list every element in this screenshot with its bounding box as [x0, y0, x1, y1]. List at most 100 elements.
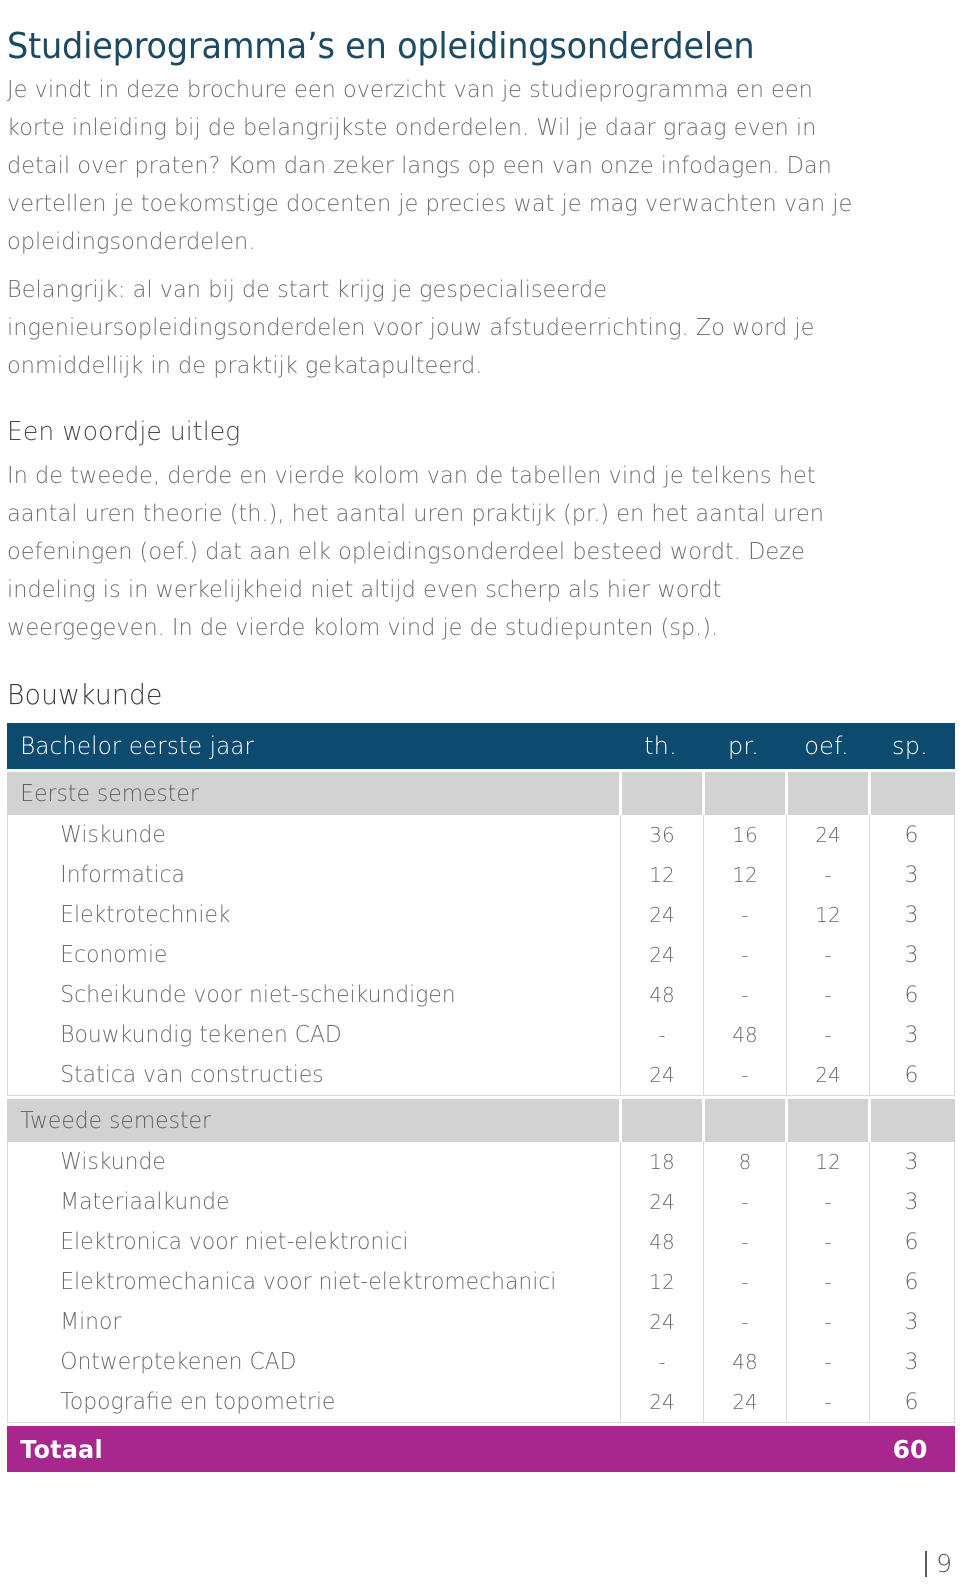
uitleg-paragraph: In de tweede, derde en vierde kolom van … [7, 460, 825, 641]
course-pr: - [703, 895, 786, 935]
course-th: 24 [620, 935, 703, 975]
course-th: 24 [620, 1382, 703, 1422]
semester-band-label: Eerste semester [20, 780, 199, 807]
table-row: Materiaalkunde 24- -3 [7, 1182, 955, 1222]
table-header-th: th. [644, 732, 677, 760]
course-pr: - [703, 1055, 786, 1095]
semester-rows: Wiskunde 18 8 12 3 Materiaalkunde 24- -3 Elektro… [7, 1142, 955, 1423]
course-name: Ontwerptekenen CAD [60, 1349, 297, 1375]
semester-band-spacer-sp [868, 772, 952, 815]
course-sp: 6 [869, 1382, 953, 1422]
course-sp: 3 [869, 1302, 953, 1342]
table-row: Elektromechanica voor niet-elektromechan… [7, 1262, 955, 1302]
course-name: Materiaalkunde [60, 1189, 230, 1215]
course-name: Elektromechanica voor niet-elektromechan… [60, 1269, 557, 1295]
semester-band-spacer-th [619, 772, 702, 815]
semester-band-spacer-sp [868, 1099, 952, 1142]
course-name: Elektronica voor niet-elektronici [60, 1229, 409, 1255]
table-header-sp: sp. [892, 732, 928, 760]
table-row: Topografie en topometrie 24 24-6 [7, 1382, 955, 1422]
table-row: Elektronica voor niet-elektronici 48- -6 [7, 1222, 955, 1262]
table-row: Ontwerptekenen CAD -48-3 [7, 1342, 955, 1382]
course-oef: - [786, 1262, 869, 1302]
semester-band-spacer-th [619, 1099, 702, 1142]
intro-paragraph-1: Je vindt in deze brochure een overzicht … [7, 74, 853, 255]
semester-band-spacer-oef [785, 772, 868, 815]
page-number: 9 [936, 1549, 952, 1578]
course-th: 48 [620, 975, 703, 1015]
semester-band-label: Tweede semester [20, 1107, 211, 1134]
course-oef: - [786, 1182, 869, 1222]
course-oef: - [786, 935, 869, 975]
course-pr: 12 [703, 855, 786, 895]
semester-rows: Wiskunde 36 16 24 6 Informatica 12 12-3 Elektrot… [7, 815, 955, 1096]
course-name: Wiskunde [60, 822, 166, 848]
table-header-name: Bachelor eerste jaar [20, 732, 255, 760]
table-row: Wiskunde 18 8 12 3 [7, 1142, 955, 1182]
total-sp: 60 [892, 1434, 928, 1464]
course-name: Statica van constructies [60, 1062, 324, 1088]
course-sp: 3 [869, 895, 953, 935]
course-oef: - [786, 1302, 869, 1342]
intro-paragraph-2: Belangrijk: al van bij de start krijg je… [7, 274, 815, 379]
table-header-row: Bachelor eerste jaar th. pr. oef. sp. [7, 723, 955, 769]
section-heading-uitleg: Een woordje uitleg [7, 416, 241, 447]
course-th: - [620, 1015, 703, 1055]
table-row: Statica van constructies 24-24 6 [7, 1055, 955, 1095]
course-sp: 3 [869, 855, 953, 895]
footer-rule-icon [925, 1550, 928, 1577]
total-label: Totaal [20, 1434, 103, 1464]
course-sp: 6 [869, 1222, 953, 1262]
course-sp: 6 [869, 1055, 953, 1095]
semester-band-spacer-pr [702, 772, 785, 815]
semester-band-spacer-pr [702, 1099, 785, 1142]
course-th: 18 [620, 1142, 703, 1182]
course-oef: - [786, 1382, 869, 1422]
course-pr: 8 [703, 1142, 786, 1182]
course-name: Bouwkundig tekenen CAD [60, 1022, 342, 1048]
course-th: - [620, 1342, 703, 1382]
page: Studieprogramma’s en opleidingsonderdele… [0, 0, 960, 1594]
course-pr: 48 [703, 1015, 786, 1055]
course-pr: - [703, 975, 786, 1015]
course-pr: 48 [703, 1342, 786, 1382]
table-row: Bouwkundig tekenen CAD -48-3 [7, 1015, 955, 1055]
course-name: Minor [60, 1309, 122, 1335]
course-name: Informatica [60, 862, 185, 888]
table-row: Wiskunde 36 16 24 6 [7, 815, 955, 855]
page-title: Studieprogramma’s en opleidingsonderdele… [7, 26, 755, 68]
semester-band-spacer-oef [785, 1099, 868, 1142]
course-sp: 3 [869, 935, 953, 975]
course-th: 24 [620, 1182, 703, 1222]
course-oef: - [786, 975, 869, 1015]
course-name: Scheikunde voor niet-scheikundigen [60, 982, 456, 1008]
table-row: Elektrotechniek 24-12 3 [7, 895, 955, 935]
course-oef: - [786, 1342, 869, 1382]
table-row: Informatica 12 12-3 [7, 855, 955, 895]
course-th: 24 [620, 895, 703, 935]
table-row: Scheikunde voor niet-scheikundigen 48- -6 [7, 975, 955, 1015]
semester-band: Tweede semester [7, 1096, 955, 1142]
course-oef: 12 [786, 895, 869, 935]
total-pr [702, 1426, 785, 1472]
course-pr: 16 [703, 815, 786, 855]
course-pr: - [703, 935, 786, 975]
course-oef: 24 [786, 815, 869, 855]
course-pr: 24 [703, 1382, 786, 1422]
course-th: 48 [620, 1222, 703, 1262]
course-pr: - [703, 1302, 786, 1342]
course-name: Wiskunde [60, 1149, 166, 1175]
course-th: 36 [620, 815, 703, 855]
program-title-bouwkunde: Bouwkunde [7, 678, 163, 712]
course-name: Economie [60, 942, 168, 968]
course-oef: 12 [786, 1142, 869, 1182]
table-total-row: Totaal 60 [7, 1426, 955, 1472]
course-th: 24 [620, 1302, 703, 1342]
course-sp: 3 [869, 1182, 953, 1222]
course-sp: 6 [869, 1262, 953, 1302]
course-name: Elektrotechniek [60, 902, 231, 928]
course-oef: - [786, 855, 869, 895]
course-sp: 3 [869, 1342, 953, 1382]
course-pr: - [703, 1182, 786, 1222]
table-body: Eerste semester Wiskunde 36 16 24 6 Informatic… [7, 769, 955, 1423]
